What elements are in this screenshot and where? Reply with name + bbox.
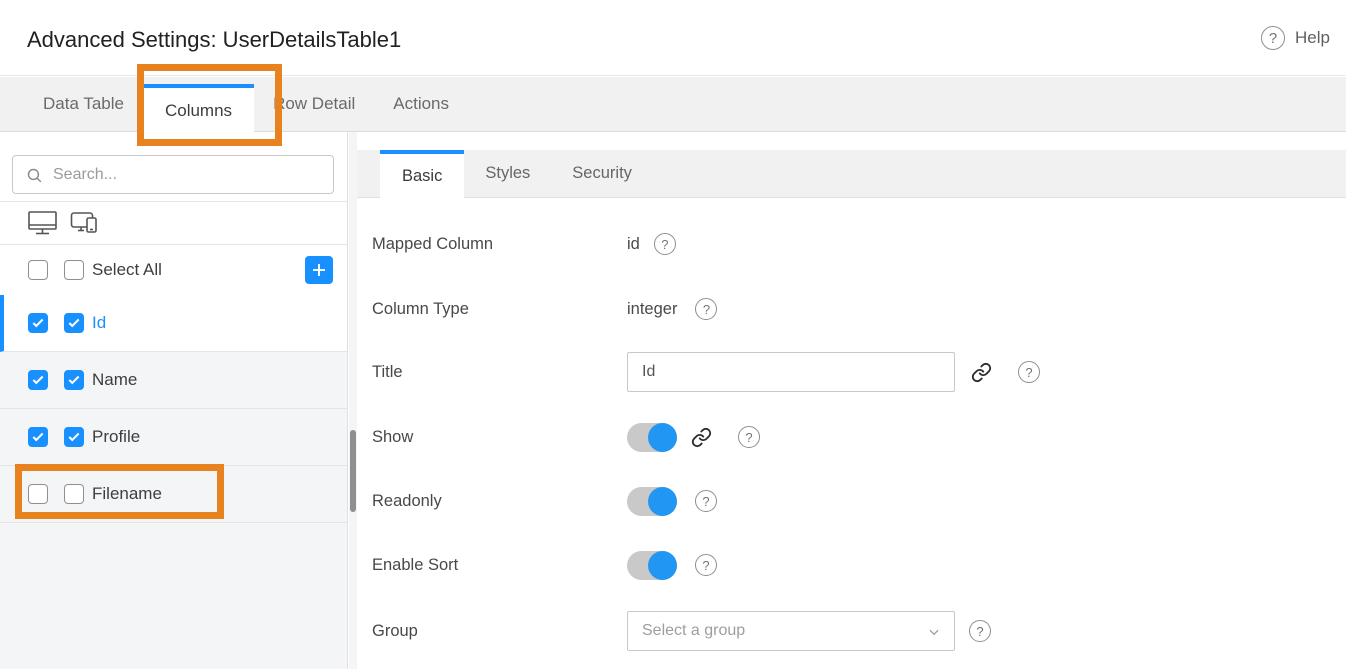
column-settings-panel: Basic Styles Security Mapped Column id ?… <box>357 132 1346 669</box>
show-toggle[interactable] <box>627 423 677 452</box>
filename-mobile-checkbox[interactable] <box>64 484 84 504</box>
toggle-knob <box>648 551 677 580</box>
select-all-mobile-checkbox[interactable] <box>64 260 84 280</box>
help-circle-icon[interactable]: ? <box>738 426 760 448</box>
field-label: Show <box>372 428 627 447</box>
group-select-placeholder: Select a group <box>642 622 745 640</box>
column-list: Id Name Profile Filename <box>0 295 347 523</box>
column-label: Id <box>92 313 106 333</box>
column-label: Filename <box>92 484 162 504</box>
help-circle-icon[interactable]: ? <box>654 233 676 255</box>
desktop-icon[interactable] <box>27 210 58 236</box>
help-button[interactable]: ? Help <box>1261 26 1330 50</box>
main-tab-bar: Data Table Columns Row Detail Actions <box>0 77 1346 132</box>
field-title: Title ? <box>372 352 1346 392</box>
column-row-profile[interactable]: Profile <box>0 409 347 466</box>
mapped-column-value: id <box>627 235 640 254</box>
column-label: Name <box>92 370 137 390</box>
bind-link-icon[interactable] <box>971 362 992 383</box>
bind-link-icon[interactable] <box>691 427 712 448</box>
field-label: Group <box>372 622 627 641</box>
column-label: Profile <box>92 427 140 447</box>
help-circle-icon[interactable]: ? <box>695 554 717 576</box>
sidebar-scrollbar-track[interactable] <box>349 132 357 669</box>
settings-tab-bar: Basic Styles Security <box>357 150 1346 198</box>
name-mobile-checkbox[interactable] <box>64 370 84 390</box>
toggle-knob <box>648 487 677 516</box>
devices-icon[interactable] <box>70 210 100 236</box>
field-enable-sort: Enable Sort ? <box>372 545 1346 585</box>
column-search <box>12 155 334 194</box>
group-select[interactable]: Select a group <box>627 611 955 651</box>
field-label: Readonly <box>372 492 627 511</box>
profile-web-checkbox[interactable] <box>28 427 48 447</box>
select-all-label: Select All <box>92 260 162 280</box>
column-row-name[interactable]: Name <box>0 352 347 409</box>
help-circle-icon[interactable]: ? <box>695 490 717 512</box>
select-all-row: Select All <box>0 245 347 295</box>
field-show: Show ? <box>372 417 1346 457</box>
filename-web-checkbox[interactable] <box>28 484 48 504</box>
field-label: Title <box>372 363 627 382</box>
id-mobile-checkbox[interactable] <box>64 313 84 333</box>
device-toggle-row <box>0 202 347 244</box>
name-web-checkbox[interactable] <box>28 370 48 390</box>
field-group: Group Select a group ? <box>372 611 1346 651</box>
tab-columns[interactable]: Columns <box>143 84 254 133</box>
window-header: Advanced Settings: UserDetailsTable1 ? H… <box>0 0 1346 76</box>
help-circle-icon[interactable]: ? <box>969 620 991 642</box>
tab-row-detail[interactable]: Row Detail <box>254 77 374 131</box>
tab-actions[interactable]: Actions <box>374 77 468 131</box>
plus-icon <box>310 261 328 279</box>
field-label: Mapped Column <box>372 235 627 254</box>
profile-mobile-checkbox[interactable] <box>64 427 84 447</box>
tab-basic[interactable]: Basic <box>380 150 464 199</box>
column-row-id[interactable]: Id <box>0 295 347 352</box>
readonly-toggle[interactable] <box>627 487 677 516</box>
field-label: Enable Sort <box>372 556 627 575</box>
column-type-value: integer <box>627 300 677 319</box>
help-label: Help <box>1295 28 1330 48</box>
help-circle-icon[interactable]: ? <box>1018 361 1040 383</box>
page-title: Advanced Settings: UserDetailsTable1 <box>27 27 401 53</box>
columns-sidebar: Select All Id Name Profile Filename <box>0 132 348 669</box>
field-readonly: Readonly ? <box>372 481 1346 521</box>
enable-sort-toggle[interactable] <box>627 551 677 580</box>
field-label: Column Type <box>372 300 627 319</box>
select-all-web-checkbox[interactable] <box>28 260 48 280</box>
add-column-button[interactable] <box>305 256 333 284</box>
chevron-down-icon <box>926 625 942 639</box>
field-mapped-column: Mapped Column id ? <box>372 224 1346 264</box>
tab-styles[interactable]: Styles <box>464 150 551 197</box>
column-row-filename[interactable]: Filename <box>0 466 347 523</box>
help-circle-icon: ? <box>1261 26 1285 50</box>
toggle-knob <box>648 423 677 452</box>
id-web-checkbox[interactable] <box>28 313 48 333</box>
field-column-type: Column Type integer ? <box>372 289 1346 329</box>
search-input[interactable] <box>13 156 333 193</box>
sidebar-scrollbar-thumb[interactable] <box>350 430 356 512</box>
tab-data-table[interactable]: Data Table <box>24 77 143 131</box>
title-input[interactable] <box>627 352 955 392</box>
tab-security[interactable]: Security <box>551 150 653 197</box>
help-circle-icon[interactable]: ? <box>695 298 717 320</box>
